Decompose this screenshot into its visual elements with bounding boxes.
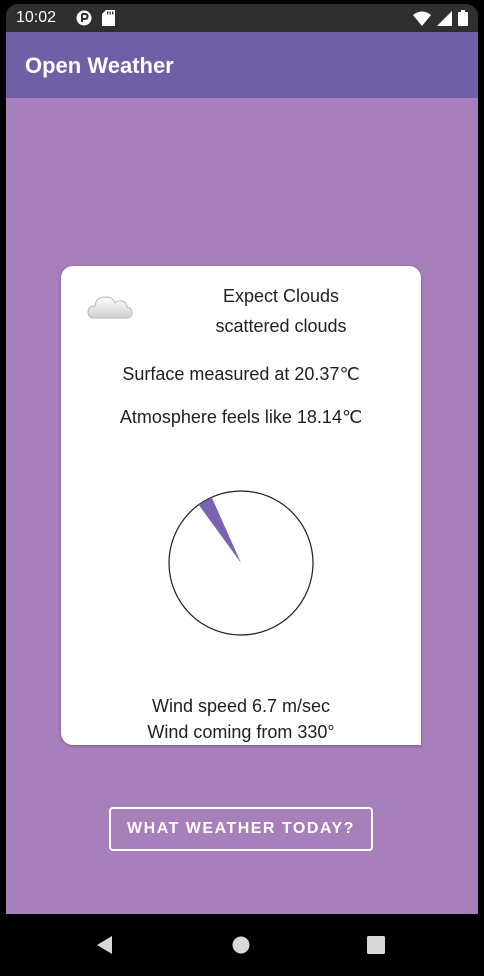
back-icon[interactable] bbox=[92, 932, 118, 958]
sd-card-icon bbox=[102, 10, 115, 26]
status-right-icons bbox=[413, 10, 468, 26]
status-time: 10:02 bbox=[16, 9, 57, 26]
wind-direction: Wind coming from 330° bbox=[147, 722, 335, 742]
main-content: Expect Clouds scattered clouds Surface m… bbox=[6, 98, 478, 914]
recents-icon[interactable] bbox=[363, 932, 389, 958]
app-bar: Open Weather bbox=[6, 32, 478, 98]
weather-card: Expect Clouds scattered clouds Surface m… bbox=[61, 266, 421, 745]
status-left-icons bbox=[76, 10, 115, 26]
app-title: Open Weather bbox=[25, 53, 174, 78]
wifi-icon bbox=[413, 11, 431, 26]
weather-condition: Expect Clouds bbox=[222, 286, 340, 306]
home-icon[interactable] bbox=[228, 932, 254, 958]
phone-screen: 10:02 Open Weather Expect Clouds scatter… bbox=[0, 0, 484, 976]
wind-compass bbox=[168, 490, 314, 636]
what-weather-today-button[interactable]: WHAT WEATHER TODAY? bbox=[109, 807, 373, 851]
play-protect-icon bbox=[76, 10, 92, 26]
navigation-bar bbox=[0, 914, 484, 976]
weather-description: scattered clouds bbox=[215, 316, 347, 336]
feels-like-temperature: Atmosphere feels like 18.14℃ bbox=[119, 407, 363, 427]
cloud-icon bbox=[87, 296, 133, 319]
wind-speed: Wind speed 6.7 m/sec bbox=[151, 696, 331, 716]
surface-temperature: Surface measured at 20.37℃ bbox=[122, 364, 360, 384]
battery-icon bbox=[458, 10, 468, 26]
signal-icon bbox=[437, 10, 452, 26]
status-bar: 10:02 bbox=[6, 4, 478, 32]
